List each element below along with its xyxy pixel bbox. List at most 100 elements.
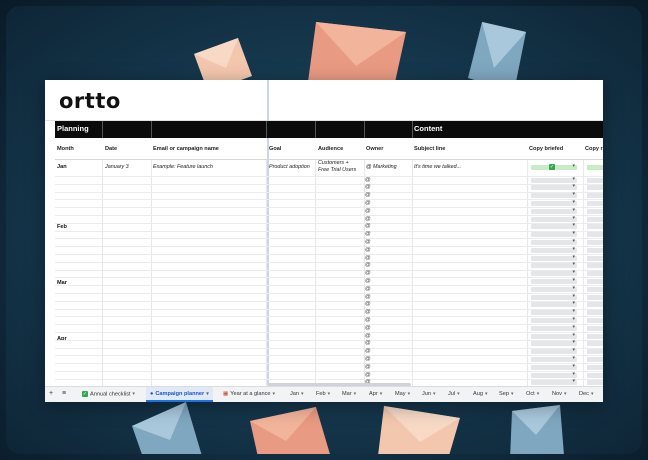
- copy-next-dropdown[interactable]: [587, 286, 603, 292]
- owner-mention-icon[interactable]: @: [365, 364, 371, 370]
- cell-email-name[interactable]: Example: Feature launch: [153, 164, 213, 170]
- tab-oct[interactable]: Oct ▾: [526, 391, 539, 397]
- copy-next-dropdown[interactable]: [587, 263, 603, 269]
- tab-annual-checklist[interactable]: ✓ Annual checklist ▾: [82, 391, 135, 397]
- copy-briefed-dropdown[interactable]: [531, 176, 577, 183]
- copy-briefed-dropdown[interactable]: [531, 316, 577, 323]
- copy-next-dropdown[interactable]: [587, 302, 603, 308]
- copy-briefed-dropdown[interactable]: [531, 300, 577, 308]
- copy-next-dropdown[interactable]: [587, 232, 603, 238]
- header-subject[interactable]: Subject line: [414, 146, 445, 152]
- copy-next-dropdown[interactable]: [587, 372, 603, 378]
- header-date[interactable]: Date: [105, 146, 117, 152]
- copy-next-dropdown[interactable]: [587, 165, 603, 170]
- copy-next-dropdown[interactable]: [587, 333, 603, 339]
- copy-briefed-dropdown[interactable]: [531, 277, 577, 284]
- copy-next-dropdown[interactable]: [587, 325, 603, 331]
- copy-next-dropdown[interactable]: [587, 380, 603, 386]
- owner-mention-icon[interactable]: @: [365, 239, 371, 245]
- copy-briefed-dropdown[interactable]: [531, 207, 577, 214]
- owner-mention-icon[interactable]: @: [365, 301, 371, 307]
- copy-next-dropdown[interactable]: [587, 239, 603, 245]
- copy-briefed-dropdown[interactable]: [531, 355, 577, 362]
- owner-mention-icon[interactable]: @: [365, 262, 371, 268]
- copy-next-dropdown[interactable]: [587, 200, 603, 206]
- header-copy-next[interactable]: Copy r: [585, 146, 603, 152]
- owner-mention-icon[interactable]: @: [365, 317, 371, 323]
- copy-briefed-dropdown[interactable]: [531, 191, 577, 199]
- header-month[interactable]: Month: [57, 146, 74, 152]
- owner-mention-icon[interactable]: @: [365, 270, 371, 276]
- copy-next-dropdown[interactable]: [587, 271, 603, 277]
- owner-mention-icon[interactable]: @: [365, 333, 371, 339]
- add-sheet-button[interactable]: +: [49, 390, 53, 397]
- copy-next-dropdown[interactable]: [587, 278, 603, 284]
- owner-mention-icon[interactable]: @: [365, 309, 371, 315]
- cell-date[interactable]: January 3: [105, 164, 129, 170]
- copy-next-dropdown[interactable]: [587, 310, 603, 316]
- copy-briefed-dropdown[interactable]: [531, 269, 577, 277]
- copy-briefed-dropdown[interactable]: [531, 215, 577, 222]
- copy-briefed-dropdown[interactable]: [531, 285, 577, 292]
- copy-briefed-dropdown[interactable]: [531, 339, 577, 347]
- owner-mention-icon[interactable]: @: [365, 177, 371, 183]
- copy-briefed-dropdown[interactable]: [531, 293, 577, 300]
- copy-briefed-dropdown[interactable]: [531, 261, 577, 269]
- cell-audience-line2[interactable]: Free Trial Users: [318, 167, 356, 173]
- copy-briefed-dropdown[interactable]: [531, 222, 577, 230]
- owner-mention-icon[interactable]: @: [365, 294, 371, 300]
- copy-briefed-dropdown[interactable]: [531, 347, 577, 355]
- copy-next-dropdown[interactable]: [587, 208, 603, 214]
- copy-briefed-dropdown[interactable]: [531, 371, 577, 378]
- tab-nov[interactable]: Nov ▾: [552, 391, 566, 397]
- copy-briefed-dropdown[interactable]: [531, 308, 577, 316]
- header-audience[interactable]: Audience: [318, 146, 343, 152]
- owner-mention-icon[interactable]: @: [365, 216, 371, 222]
- cell-goal[interactable]: Product adoption: [269, 164, 310, 170]
- owner-mention-icon[interactable]: @: [365, 247, 371, 253]
- tab-apr[interactable]: Apr ▾: [369, 391, 382, 397]
- copy-next-dropdown[interactable]: [587, 317, 603, 323]
- cell-subject[interactable]: It's time we talked...: [414, 164, 461, 170]
- copy-briefed-dropdown[interactable]: [531, 199, 577, 206]
- owner-mention-icon[interactable]: @: [365, 325, 371, 331]
- header-email-name[interactable]: Email or campaign name: [153, 146, 219, 152]
- copy-briefed-dropdown[interactable]: [531, 378, 577, 386]
- tab-aug[interactable]: Aug ▾: [473, 391, 487, 397]
- copy-briefed-dropdown[interactable]: [531, 183, 577, 191]
- owner-mention-icon[interactable]: @: [365, 340, 371, 346]
- copy-next-dropdown[interactable]: [587, 216, 603, 222]
- owner-mention-icon[interactable]: @: [365, 231, 371, 237]
- copy-next-dropdown[interactable]: [587, 185, 603, 191]
- copy-briefed-dropdown[interactable]: ✓: [531, 163, 577, 170]
- owner-mention-icon[interactable]: @: [365, 348, 371, 354]
- owner-mention-icon[interactable]: @: [365, 223, 371, 229]
- copy-next-dropdown[interactable]: [587, 349, 603, 355]
- tab-may[interactable]: May ▾: [395, 391, 410, 397]
- tab-campaign-planner[interactable]: ● Campaign planner ▾: [146, 387, 213, 402]
- copy-next-dropdown[interactable]: [587, 294, 603, 300]
- owner-mention-icon[interactable]: @: [365, 255, 371, 261]
- header-copy-briefed[interactable]: Copy briefed: [529, 146, 563, 152]
- copy-briefed-dropdown[interactable]: [531, 246, 577, 253]
- copy-next-dropdown[interactable]: [587, 364, 603, 370]
- copy-next-dropdown[interactable]: [587, 255, 603, 261]
- cell-month[interactable]: Jan: [57, 164, 67, 170]
- copy-next-dropdown[interactable]: [587, 341, 603, 347]
- copy-briefed-dropdown[interactable]: [531, 254, 577, 261]
- owner-mention-icon[interactable]: @: [365, 356, 371, 362]
- tab-jul[interactable]: Jul ▾: [448, 391, 460, 397]
- copy-next-dropdown[interactable]: [587, 356, 603, 362]
- owner-mention-icon[interactable]: @: [365, 192, 371, 198]
- cell-audience-line1[interactable]: Customers +: [318, 160, 349, 166]
- copy-next-dropdown[interactable]: [587, 247, 603, 253]
- copy-briefed-dropdown[interactable]: [531, 332, 577, 339]
- copy-briefed-dropdown[interactable]: [531, 238, 577, 245]
- header-goal[interactable]: Goal: [269, 146, 281, 152]
- owner-mention-icon[interactable]: @: [365, 200, 371, 206]
- tab-feb[interactable]: Feb ▾: [316, 391, 330, 397]
- tab-sep[interactable]: Sep ▾: [499, 391, 513, 397]
- cell-grid[interactable]: Jan January 3 Example: Feature launch Pr…: [55, 160, 603, 386]
- all-sheets-menu-icon[interactable]: ≡: [62, 390, 66, 397]
- tab-jan[interactable]: Jan ▾: [290, 391, 304, 397]
